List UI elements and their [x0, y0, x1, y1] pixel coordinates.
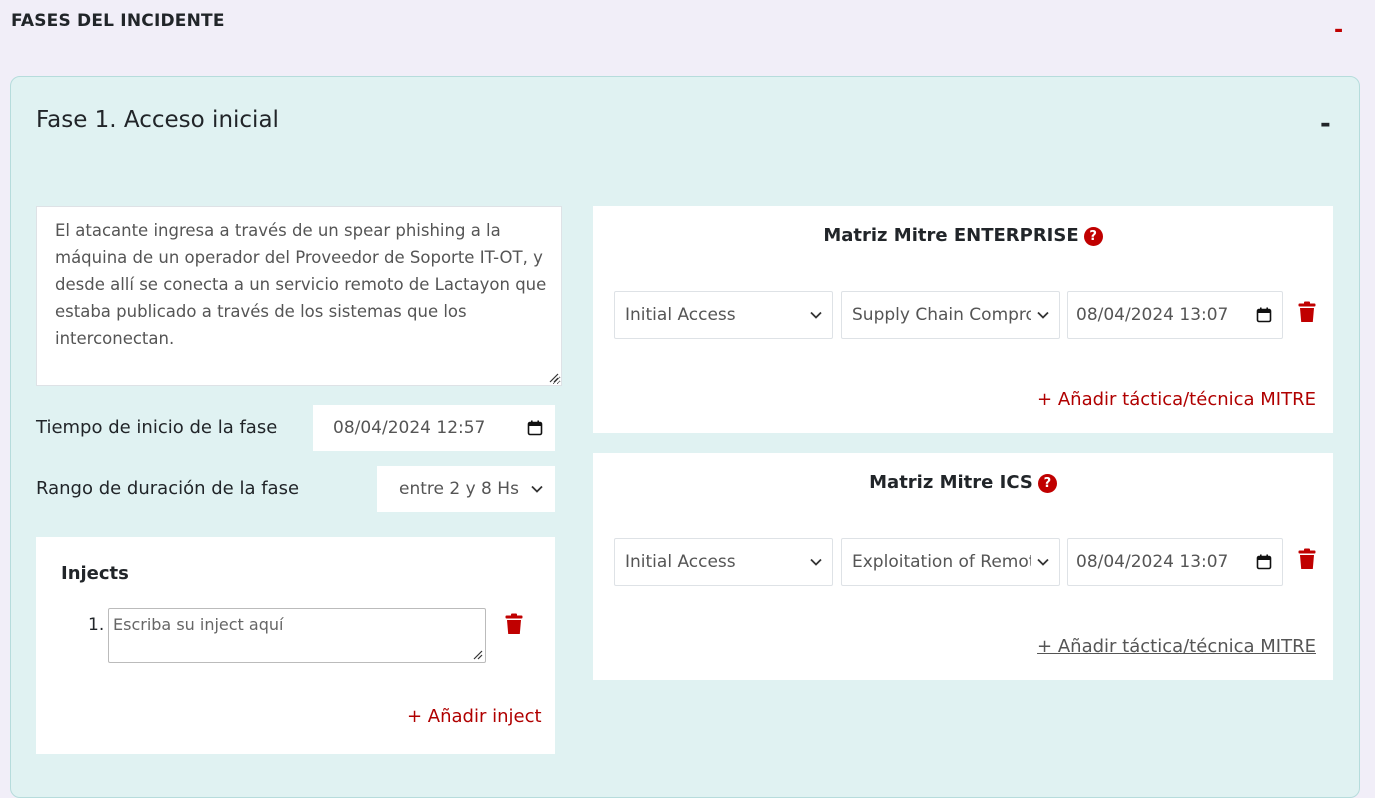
duration-value: entre 2 y 8 Hs [399, 479, 519, 499]
help-icon[interactable]: ? [1083, 227, 1103, 246]
inject-input[interactable]: Escriba su inject aquí [108, 608, 486, 663]
phase-description-text: El atacante ingresa a través de un spear… [55, 221, 547, 348]
start-time-label: Tiempo de inicio de la fase [36, 417, 278, 438]
calendar-icon[interactable] [527, 420, 543, 436]
duration-select[interactable]: entre 2 y 8 Hs [377, 466, 555, 512]
inject-number: 1. [88, 615, 105, 635]
ics-technique-value: Exploitation of Remote Services [852, 552, 1031, 572]
phase-collapse-button[interactable]: - [1320, 109, 1331, 139]
enterprise-technique-select[interactable]: Supply Chain Compromise [841, 291, 1060, 339]
chevron-down-icon [810, 311, 822, 319]
ics-datetime-input[interactable]: 08/04/2024 13:07 [1067, 538, 1283, 586]
chevron-down-icon [810, 558, 822, 566]
ics-tactic-value: Initial Access [625, 552, 736, 572]
enterprise-matrix-heading: Matriz Mitre ENTERPRISE? [593, 225, 1333, 246]
phase-description-textarea[interactable]: El atacante ingresa a través de un spear… [36, 206, 562, 386]
duration-label: Rango de duración de la fase [36, 478, 300, 499]
ics-tactic-select[interactable]: Initial Access [614, 538, 833, 586]
resize-grip-icon[interactable] [549, 373, 559, 383]
enterprise-datetime-input[interactable]: 08/04/2024 13:07 [1067, 291, 1283, 339]
phase-title: Fase 1. Acceso inicial [36, 107, 279, 133]
chevron-down-icon [1037, 558, 1049, 566]
start-time-input[interactable]: 08/04/2024 12:57 [313, 405, 555, 451]
calendar-icon[interactable] [1256, 307, 1272, 323]
ics-technique-select[interactable]: Exploitation of Remote Services [841, 538, 1060, 586]
trash-icon[interactable] [1298, 301, 1316, 323]
start-time-value: 08/04/2024 12:57 [333, 418, 486, 438]
ics-matrix-card: Matriz Mitre ICS? Initial Access Exploit… [593, 453, 1333, 680]
enterprise-datetime-value: 08/04/2024 13:07 [1076, 305, 1229, 325]
injects-card: Injects 1. Escriba su inject aquí + Añad… [36, 537, 555, 754]
enterprise-tactic-value: Initial Access [625, 305, 736, 325]
chevron-down-icon [531, 485, 543, 493]
add-inject-link[interactable]: + Añadir inject [407, 706, 542, 727]
trash-icon[interactable] [1298, 548, 1316, 570]
resize-grip-icon[interactable] [473, 650, 483, 660]
ics-matrix-title: Matriz Mitre ICS [869, 472, 1033, 493]
help-icon[interactable]: ? [1037, 474, 1057, 493]
chevron-down-icon [1037, 311, 1049, 319]
trash-icon[interactable] [505, 613, 523, 635]
injects-title: Injects [61, 563, 129, 584]
ics-datetime-value: 08/04/2024 13:07 [1076, 552, 1229, 572]
section-title: FASES DEL INCIDENTE [11, 11, 225, 31]
ics-add-technique-link[interactable]: + Añadir táctica/técnica MITRE [1037, 636, 1316, 657]
enterprise-technique-value: Supply Chain Compromise [852, 305, 1031, 325]
phase-panel: Fase 1. Acceso inicial - El atacante ing… [10, 76, 1360, 798]
calendar-icon[interactable] [1256, 554, 1272, 570]
ics-matrix-heading: Matriz Mitre ICS? [593, 472, 1333, 493]
enterprise-matrix-card: Matriz Mitre ENTERPRISE? Initial Access … [593, 206, 1333, 433]
enterprise-matrix-title: Matriz Mitre ENTERPRISE [823, 225, 1079, 246]
enterprise-tactic-select[interactable]: Initial Access [614, 291, 833, 339]
inject-placeholder: Escriba su inject aquí [113, 615, 284, 634]
section-collapse-button[interactable]: - [1334, 18, 1343, 43]
enterprise-add-technique-link[interactable]: + Añadir táctica/técnica MITRE [1037, 389, 1316, 410]
